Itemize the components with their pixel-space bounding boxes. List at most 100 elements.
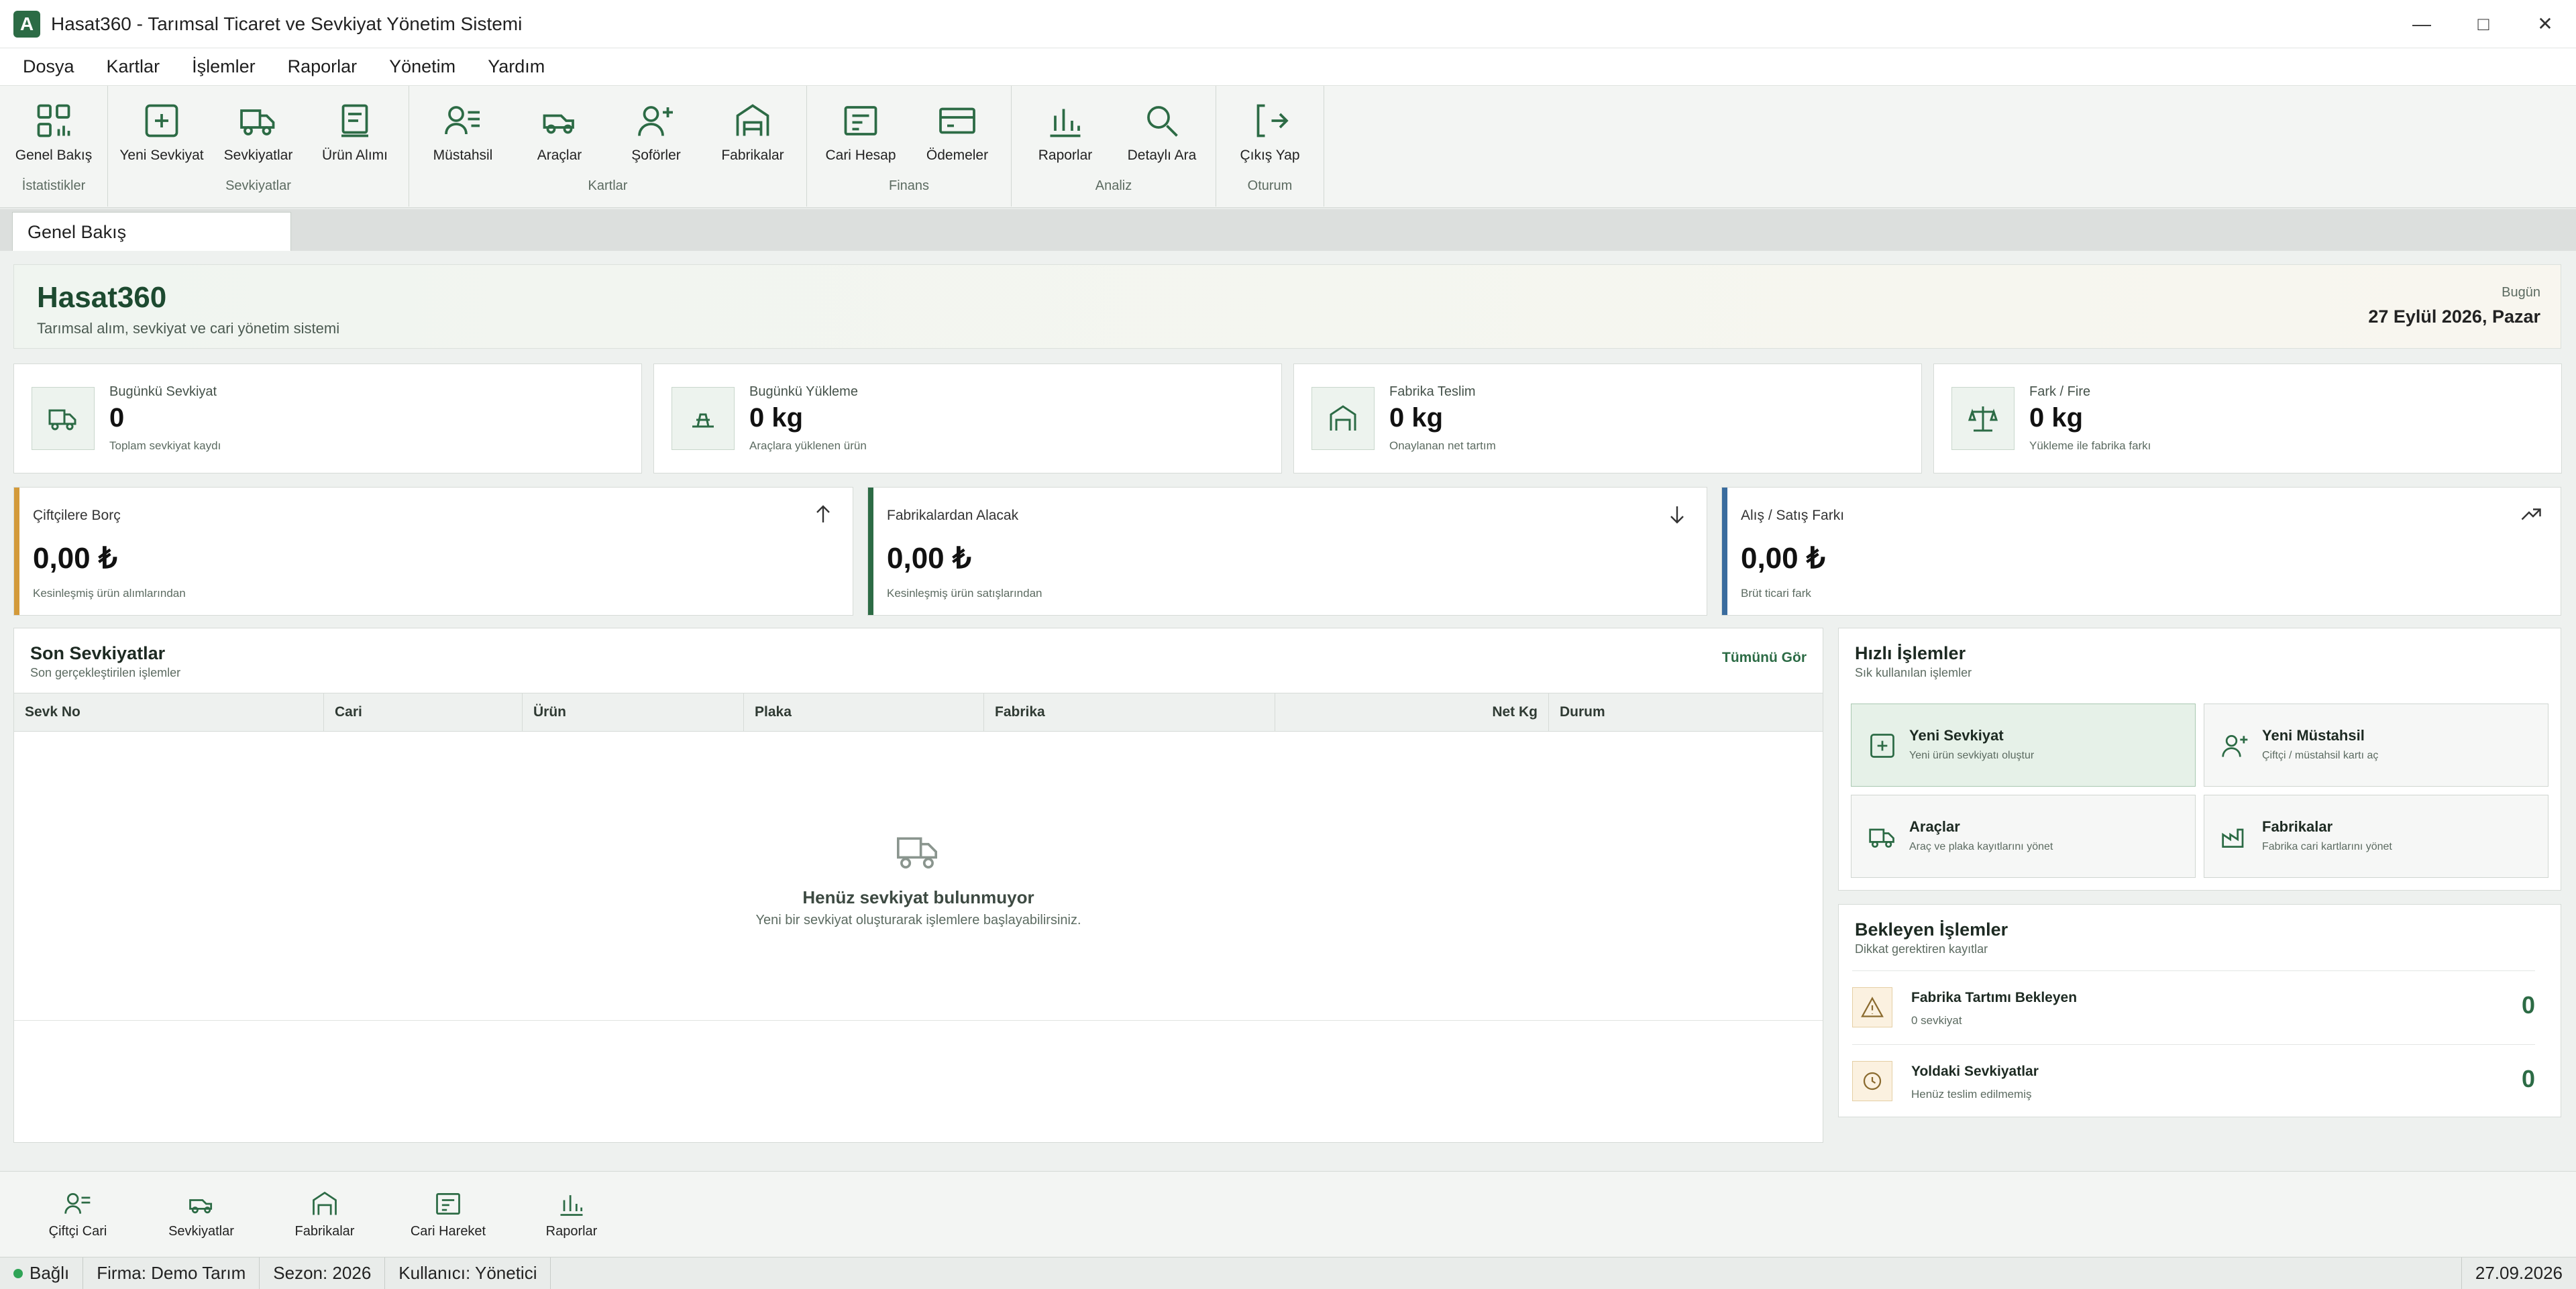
col-durum[interactable]: Durum — [1549, 693, 1823, 731]
menu-yonetim[interactable]: Yönetim — [389, 56, 455, 77]
ledger-icon — [436, 1192, 460, 1215]
menu-dosya[interactable]: Dosya — [23, 56, 74, 77]
ribbon-button-label: Şoförler — [631, 148, 681, 163]
maximize-button[interactable]: □ — [2453, 0, 2514, 48]
ribbon-button-label: Fabrikalar — [721, 148, 784, 163]
pending-label: Yoldaki Sevkiyatlar — [1911, 1064, 2039, 1079]
empty-state-subtitle: Yeni bir sevkiyat oluşturarak işlemlere … — [755, 913, 1081, 928]
plus-square-icon — [1870, 734, 1894, 758]
ribbon-cikis-yap-button[interactable]: Çıkış Yap — [1222, 86, 1318, 176]
stat-label: Fabrika Teslim — [1389, 384, 1476, 399]
close-button[interactable]: ✕ — [2514, 0, 2576, 48]
col-plaka[interactable]: Plaka — [744, 693, 984, 731]
finance-value: 0,00 ₺ — [887, 542, 971, 575]
panel-subtitle: Dikkat gerektiren kayıtlar — [1855, 942, 1988, 956]
ribbon-fabrikalar-button[interactable]: Fabrikalar — [704, 86, 801, 176]
banner-title: Hasat360 — [37, 281, 167, 314]
ribbon-genel-bakis-button[interactable]: Genel Bakış — [5, 86, 102, 176]
quick-yeni-sevkiyat-button[interactable]: Yeni Sevkiyat Yeni ürün sevkiyatı oluştu… — [1851, 704, 2196, 787]
tab-genel-bakis[interactable]: Genel Bakış — [12, 212, 291, 251]
dashboard-content: Hasat360 Tarımsal alım, sevkiyat ve cari… — [0, 251, 2576, 1171]
card-icon — [939, 107, 975, 134]
bottom-nav-cari-hareket[interactable]: Cari Hareket — [386, 1172, 510, 1257]
today-label: Bugün — [2502, 285, 2540, 300]
app-logo-icon: A — [13, 10, 40, 38]
quick-label: Araçlar — [1909, 818, 1960, 835]
ribbon-araclar-button[interactable]: Araçlar — [511, 86, 608, 176]
col-sevk-no[interactable]: Sevk No — [14, 693, 324, 731]
bottom-nav-raporlar[interactable]: Raporlar — [510, 1172, 633, 1257]
stat-value: 0 — [109, 403, 125, 433]
pending-item-fabrika-tartimi[interactable]: Fabrika Tartımı Bekleyen 0 sevkiyat 0 — [1852, 970, 2535, 1040]
menu-yardim[interactable]: Yardım — [488, 56, 545, 77]
bottom-nav-label: Raporlar — [545, 1224, 598, 1239]
quick-label: Yeni Sevkiyat — [1909, 727, 2004, 744]
ribbon-sevkiyatlar-button[interactable]: Sevkiyatlar — [210, 86, 307, 176]
recent-shipments-panel: Son Sevkiyatlar Son gerçekleştirilen işl… — [13, 628, 1823, 1143]
stat-sub: Onaylanan net tartım — [1389, 439, 1496, 452]
warehouse-icon — [736, 104, 769, 136]
bottom-nav-fabrikalar[interactable]: Fabrikalar — [263, 1172, 386, 1257]
ribbon-mustahsil-button[interactable]: Müstahsil — [415, 86, 511, 176]
warehouse-icon — [1330, 405, 1356, 431]
quick-araclar-button[interactable]: Araçlar Araç ve plaka kayıtlarını yönet — [1851, 795, 2196, 878]
see-all-link[interactable]: Tümünü Gör — [1722, 650, 1807, 666]
truck-icon — [240, 109, 275, 135]
bottom-nav-sevkiyatlar[interactable]: Sevkiyatlar — [140, 1172, 263, 1257]
ribbon-yeni-sevkiyat-button[interactable]: Yeni Sevkiyat — [113, 86, 210, 176]
stat-label: Bugünkü Yükleme — [749, 384, 858, 399]
bottom-nav-ciftci-cari[interactable]: Çiftçi Cari — [16, 1172, 140, 1257]
ribbon-group-label: İstatistikler — [21, 178, 86, 193]
status-date: 27.09.2026 — [2461, 1257, 2576, 1289]
warehouse-icon — [313, 1191, 337, 1215]
quick-yeni-mustahsil-button[interactable]: Yeni Müstahsil Çiftçi / müstahsil kartı … — [2204, 704, 2548, 787]
stat-sub: Yükleme ile fabrika farkı — [2029, 439, 2151, 452]
minimize-button[interactable]: — — [2391, 0, 2453, 48]
panel-title: Son Sevkiyatlar — [30, 643, 166, 663]
ribbon-cari-hesap-button[interactable]: Cari Hesap — [812, 86, 909, 176]
car-icon — [543, 114, 574, 134]
arrow-down-icon — [1670, 506, 1684, 524]
bar-chart-icon — [560, 1195, 583, 1216]
panel-subtitle: Son gerçekleştirilen işlemler — [30, 666, 181, 679]
finance-sub: Brüt ticari fark — [1741, 587, 1811, 600]
quick-fabrikalar-button[interactable]: Fabrikalar Fabrika cari kartlarını yönet — [2204, 795, 2548, 878]
user-status: Kullanıcı: Yönetici — [385, 1257, 551, 1289]
ribbon-button-label: Detaylı Ara — [1127, 148, 1197, 163]
col-cari[interactable]: Cari — [324, 693, 523, 731]
warning-icon — [1861, 997, 1884, 1017]
col-net-kg[interactable]: Net Kg — [1275, 693, 1549, 731]
menu-islemler[interactable]: İşlemler — [192, 56, 256, 77]
table-divider — [14, 1020, 1823, 1021]
finance-value: 0,00 ₺ — [1741, 542, 1825, 575]
bottom-nav-label: Çiftçi Cari — [48, 1224, 107, 1239]
pending-label: Fabrika Tartımı Bekleyen — [1911, 990, 2078, 1005]
col-fabrika[interactable]: Fabrika — [984, 693, 1275, 731]
menu-raporlar[interactable]: Raporlar — [288, 56, 358, 77]
quick-label: Yeni Müstahsil — [2262, 727, 2365, 744]
finance-label: Fabrikalardan Alacak — [887, 508, 1019, 523]
ribbon-soforler-button[interactable]: Şoförler — [608, 86, 704, 176]
ribbon-odemeler-button[interactable]: Ödemeler — [909, 86, 1006, 176]
title-bar: A Hasat360 - Tarımsal Ticaret ve Sevkiya… — [0, 0, 2576, 48]
ribbon-button-label: Araçlar — [537, 148, 582, 163]
finance-card-ciftcilere-borc: Çiftçilere Borç 0,00 ₺ Kesinleşmiş ürün … — [13, 487, 853, 616]
stat-card-bugunku-yukleme: Bugünkü Yükleme 0 kg Araçlara yüklenen ü… — [653, 363, 1282, 473]
menu-bar: Dosya Kartlar İşlemler Raporlar Yönetim … — [0, 48, 2576, 86]
col-urun[interactable]: Ürün — [523, 693, 744, 731]
ribbon-button-label: Çıkış Yap — [1240, 148, 1300, 163]
ribbon-raporlar-button[interactable]: Raporlar — [1017, 86, 1114, 176]
ribbon-group-finans: Cari Hesap Ödemeler Finans — [807, 86, 1012, 207]
menu-kartlar[interactable]: Kartlar — [107, 56, 160, 77]
ribbon-urun-alimi-button[interactable]: Ürün Alımı — [307, 86, 403, 176]
ribbon-group-label: Finans — [888, 178, 930, 193]
finance-card-fabrikalardan-alacak: Fabrikalardan Alacak 0,00 ₺ Kesinleşmiş … — [867, 487, 1707, 616]
ribbon-detayli-ara-button[interactable]: Detaylı Ara — [1114, 86, 1210, 176]
truck-icon — [48, 409, 76, 431]
stat-sub: Araçlara yüklenen ürün — [749, 439, 867, 452]
pending-item-yoldaki-sevkiyatlar[interactable]: Yoldaki Sevkiyatlar Henüz teslim edilmem… — [1852, 1044, 2535, 1114]
accent-bar — [1722, 488, 1727, 615]
load-icon — [692, 413, 714, 428]
stat-value: 0 kg — [749, 403, 804, 433]
ribbon-button-label: Sevkiyatlar — [223, 148, 293, 163]
